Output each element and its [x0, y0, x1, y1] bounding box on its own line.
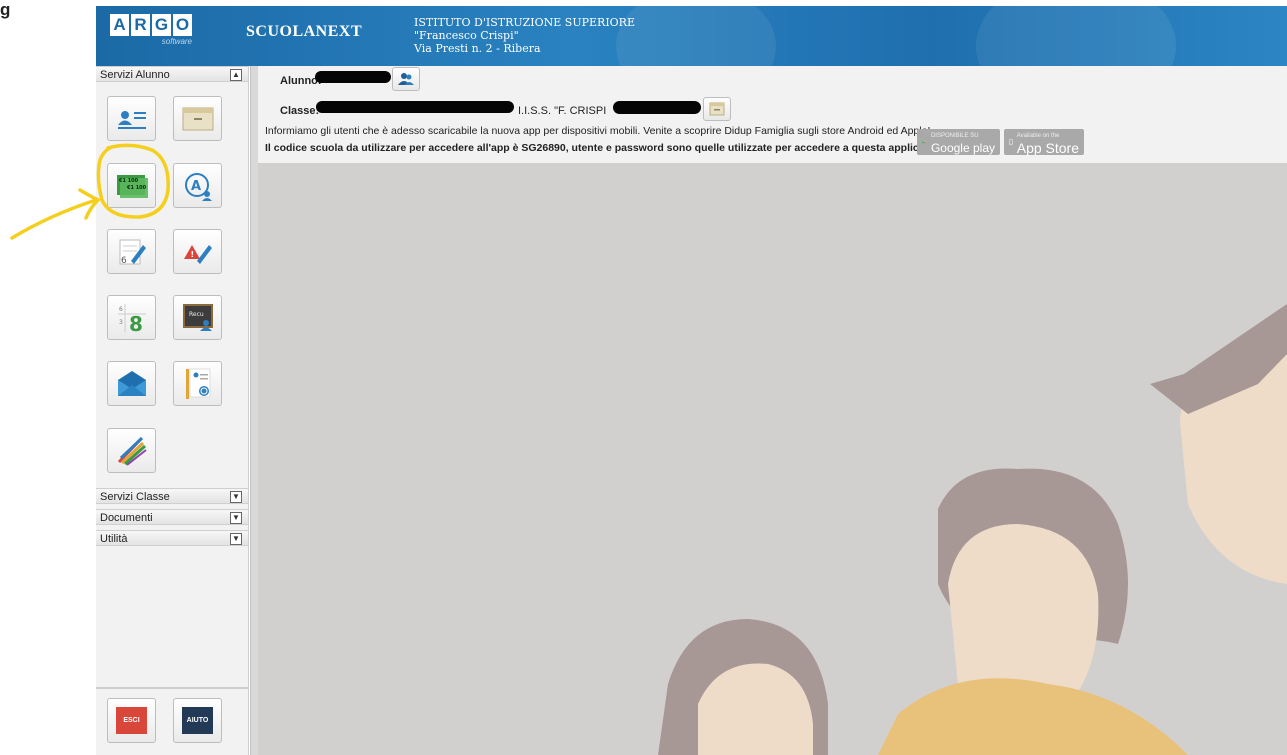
- section-servizi-alunno[interactable]: Servizi Alunno ▲: [96, 66, 248, 82]
- app-store-button[interactable]: Available on the App Store: [1004, 129, 1084, 155]
- collapse-toggle-icon[interactable]: ▲: [230, 69, 242, 81]
- expand-toggle-icon[interactable]: ▼: [230, 533, 242, 545]
- svg-text:!: !: [190, 250, 194, 259]
- app-store-text: Available on the App Store: [1016, 130, 1079, 156]
- grades-icon: 6: [119, 239, 146, 266]
- redacted-student-name: [315, 71, 391, 83]
- register-icon: [709, 102, 725, 116]
- school-address-line: Via Presti n. 2 - Ribera: [414, 42, 541, 55]
- google-play-text: DISPONIBILE SU Google play: [931, 130, 995, 154]
- help-label: AIUTO: [182, 707, 213, 734]
- fee-amount-label: €1 100: [118, 178, 139, 184]
- school-code-text: Il codice scuola da utilizzare per acced…: [265, 142, 955, 154]
- logout-button[interactable]: ESCI: [107, 698, 156, 743]
- classe-label: Classe:: [280, 105, 320, 117]
- app-announcement-text: Informiamo gli utenti che è adesso scari…: [265, 125, 931, 137]
- school-info: ISTITUTO D'ISTRUZIONE SUPERIORE "Frances…: [414, 16, 635, 55]
- scrutiny-icon: 6 3 8: [117, 303, 146, 334]
- logo-subtitle: software: [161, 37, 192, 46]
- fees-payment-icon: €1 100 €1 100: [116, 174, 148, 198]
- annotation-arrow-shaft: [10, 198, 98, 240]
- background-illustration: [258, 164, 1287, 755]
- brand-title: SCUOLANEXT: [246, 23, 363, 40]
- notes-icon: !: [183, 244, 212, 264]
- school-name-line: "Francesco Crispi": [414, 29, 519, 42]
- section-label: Servizi Alunno: [100, 69, 170, 81]
- tile-student-card[interactable]: [107, 96, 156, 141]
- bulletin-icon: [117, 436, 147, 466]
- app-header: A R G O software SCUOLANEXT ISTITUTO D'I…: [96, 6, 1287, 66]
- logout-label: ESCI: [116, 707, 147, 734]
- tile-messages[interactable]: [107, 361, 156, 406]
- students-illustration: [658, 304, 1287, 755]
- google-play-button[interactable]: DISPONIBILE SU Google play: [917, 129, 1000, 155]
- messages-icon: [117, 370, 146, 396]
- select-class-button[interactable]: [703, 97, 731, 121]
- scrutiny-grade-digit: 8: [129, 312, 143, 334]
- expand-toggle-icon[interactable]: ▼: [230, 491, 242, 503]
- redacted-class-detail: [613, 101, 701, 114]
- sidebar-splitter[interactable]: [250, 66, 258, 755]
- grade-digit: 6: [121, 256, 127, 266]
- svg-text:3: 3: [119, 319, 123, 326]
- tile-register[interactable]: [173, 96, 222, 141]
- student-info-panel: Alunno: Classe: I.I.S.S. "F. CRISPI Info…: [258, 66, 1287, 164]
- tile-scrutiny[interactable]: 6 3 8: [107, 295, 156, 340]
- redacted-class-name: [316, 101, 514, 113]
- app-store-label: App Store: [1016, 140, 1079, 156]
- tile-grades[interactable]: 6: [107, 229, 156, 274]
- section-utilita[interactable]: Utilità ▼: [96, 530, 248, 546]
- logo-letter: R: [131, 14, 150, 36]
- absences-icon: A: [184, 172, 212, 201]
- class-school-label: I.I.S.S. "F. CRISPI: [518, 105, 607, 117]
- logo-letter: O: [173, 14, 192, 36]
- help-button[interactable]: AIUTO: [173, 698, 222, 743]
- google-play-icon: [922, 140, 927, 144]
- corner-fragment-label: g: [0, 0, 11, 19]
- teachers-icon: [185, 368, 210, 399]
- logo-letter: G: [152, 14, 171, 36]
- svg-text:6: 6: [119, 306, 123, 313]
- school-name-line: ISTITUTO D'ISTRUZIONE SUPERIORE: [414, 16, 635, 29]
- bottom-divider: [96, 687, 248, 689]
- section-label: Utilità: [100, 533, 128, 545]
- tile-teachers[interactable]: [173, 361, 222, 406]
- sidebar: Servizi Alunno ▲ €1 100 €1 100 A 6 ! 6 3…: [96, 66, 249, 755]
- recovery-icon: Recu: [182, 303, 213, 331]
- google-play-label: Google play: [930, 141, 995, 155]
- select-student-button[interactable]: [392, 67, 420, 91]
- section-documenti[interactable]: Documenti ▼: [96, 509, 248, 525]
- expand-toggle-icon[interactable]: ▼: [230, 512, 242, 524]
- phone-icon: [1009, 138, 1013, 146]
- fee-amount-label: €1 100: [126, 185, 147, 191]
- section-servizi-classe[interactable]: Servizi Classe ▼: [96, 488, 248, 504]
- svg-text:A: A: [191, 179, 201, 194]
- section-label: Documenti: [100, 512, 153, 524]
- tile-absences[interactable]: A: [173, 163, 222, 208]
- argo-logo[interactable]: A R G O software: [110, 14, 192, 46]
- users-icon: [398, 73, 414, 85]
- section-label: Servizi Classe: [100, 491, 170, 503]
- tile-recovery[interactable]: Recu: [173, 295, 222, 340]
- recovery-board-text: Recu: [189, 311, 204, 318]
- tile-bulletin[interactable]: [107, 428, 156, 473]
- tile-notes[interactable]: !: [173, 229, 222, 274]
- student-card-icon: [117, 110, 146, 129]
- register-icon: [182, 107, 213, 130]
- tile-fees-payment[interactable]: €1 100 €1 100: [107, 163, 156, 208]
- logo-letter: A: [110, 14, 129, 36]
